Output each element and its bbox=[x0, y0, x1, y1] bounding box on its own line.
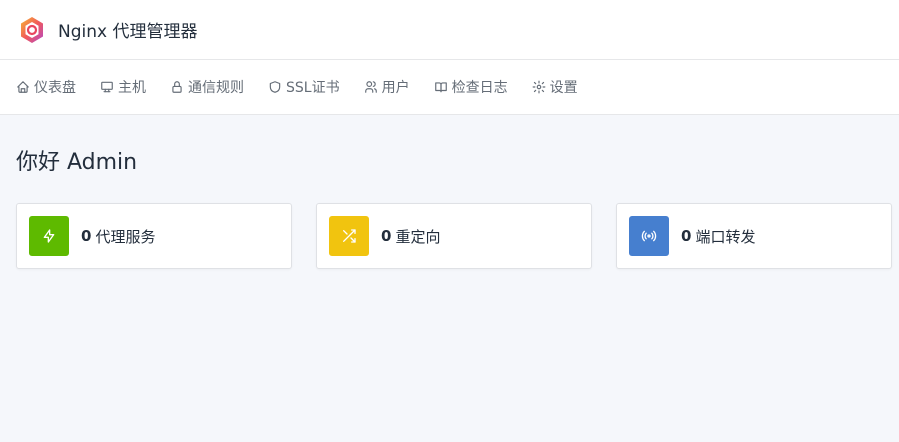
monitor-icon bbox=[101, 81, 113, 93]
nav-item-label: 主机 bbox=[118, 80, 146, 96]
nginx-proxy-manager-logo[interactable] bbox=[17, 15, 47, 45]
users-icon bbox=[364, 81, 377, 93]
shuffle-icon bbox=[343, 229, 356, 243]
nav-item-dashboard[interactable]: 仪表盘 bbox=[16, 77, 76, 97]
card-count: 0 bbox=[81, 227, 92, 245]
nav-item-label: 检查日志 bbox=[451, 80, 508, 96]
card-badge bbox=[329, 216, 369, 256]
radio-icon bbox=[641, 230, 657, 242]
nav-item-audit-log[interactable]: 检查日志 bbox=[434, 77, 508, 97]
card-streams[interactable]: 0 端口转发 bbox=[616, 203, 892, 269]
nav-item-label: SSL证书 bbox=[286, 80, 340, 96]
gear-icon bbox=[532, 80, 545, 94]
nav-item-label: 仪表盘 bbox=[34, 80, 76, 96]
card-badge bbox=[629, 216, 669, 256]
nav-item-users[interactable]: 用户 bbox=[364, 77, 410, 97]
main-nav: 仪表盘 主机 通信规则 SSL证书 用户 检查日志 设置 bbox=[0, 60, 899, 115]
card-count: 0 bbox=[681, 227, 692, 245]
card-redirection-hosts[interactable]: 0 重定向 bbox=[316, 203, 592, 269]
nav-item-label: 通信规则 bbox=[188, 80, 244, 96]
card-label: 重定向 bbox=[395, 227, 441, 246]
card-label: 代理服务 bbox=[95, 227, 156, 246]
card-badge bbox=[29, 216, 69, 256]
nav-item-label: 设置 bbox=[549, 80, 578, 96]
app-title: Nginx 代理管理器 bbox=[58, 22, 198, 42]
nav-item-settings[interactable]: 设置 bbox=[532, 77, 578, 97]
lock-icon bbox=[172, 81, 182, 93]
home-icon bbox=[17, 81, 29, 93]
book-icon bbox=[434, 82, 447, 93]
nav-item-hosts[interactable]: 主机 bbox=[100, 77, 146, 97]
shield-icon bbox=[269, 81, 281, 93]
card-label: 端口转发 bbox=[695, 227, 756, 246]
page-title: 你好 Admin bbox=[16, 150, 138, 175]
lightning-icon bbox=[43, 229, 55, 243]
nav-item-access-rules[interactable]: 通信规则 bbox=[170, 77, 244, 97]
nav-item-label: 用户 bbox=[381, 80, 410, 96]
card-count: 0 bbox=[381, 227, 392, 245]
card-proxy-hosts[interactable]: 0 代理服务 bbox=[16, 203, 292, 269]
app-header: Nginx 代理管理器 bbox=[0, 0, 899, 60]
nav-item-ssl-certificates[interactable]: SSL证书 bbox=[268, 77, 340, 97]
